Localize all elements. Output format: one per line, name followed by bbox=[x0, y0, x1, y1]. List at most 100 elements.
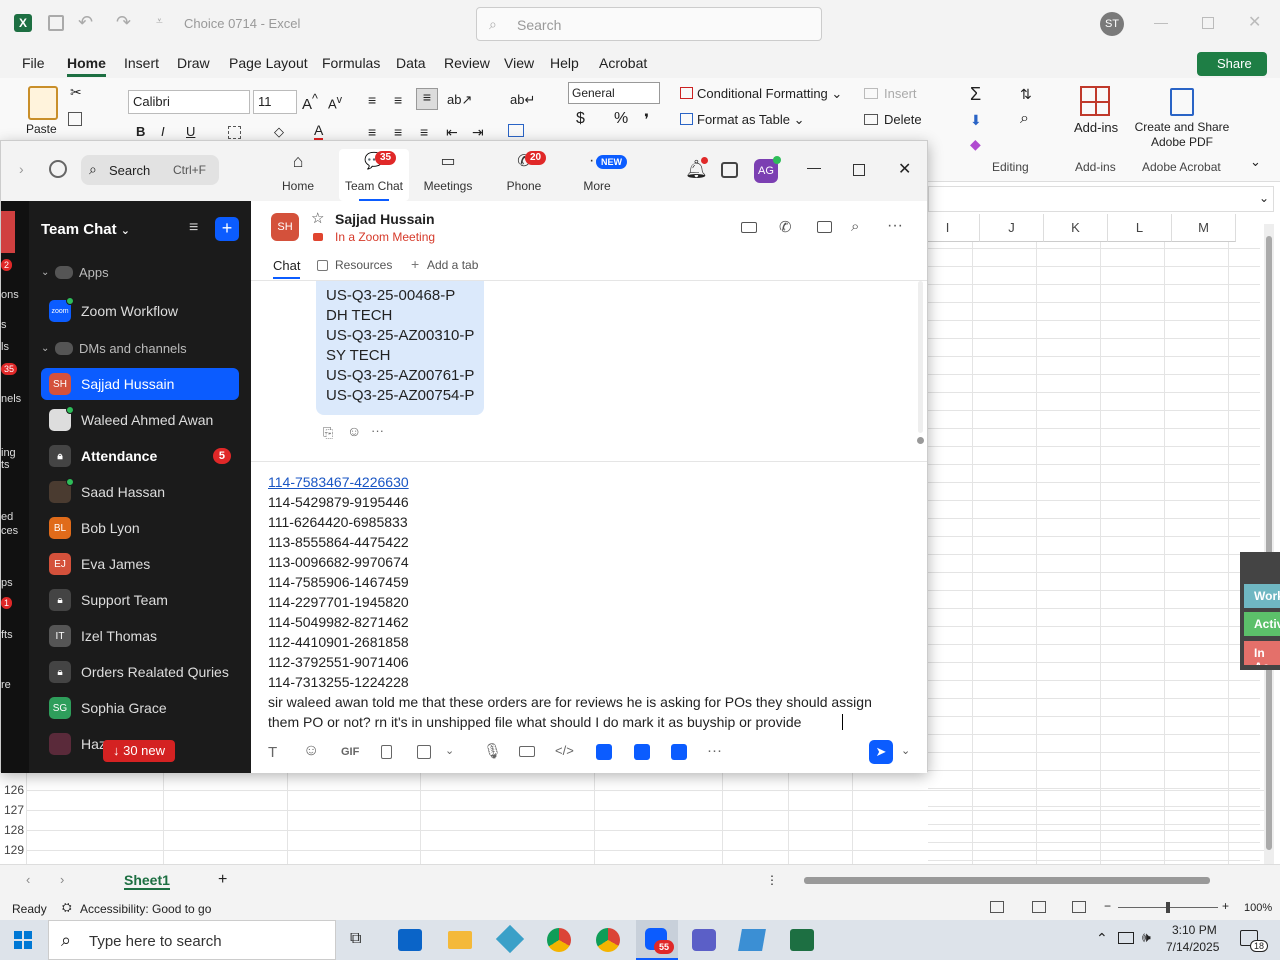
underline-icon[interactable]: U bbox=[186, 124, 195, 139]
format-as-table-button[interactable]: Format as Table ⌄ bbox=[680, 112, 804, 128]
shrink-font-icon[interactable]: Av bbox=[328, 94, 342, 111]
sidebar-title[interactable]: Team Chat ⌄ bbox=[41, 221, 130, 238]
zoom-level[interactable]: 100% bbox=[1244, 902, 1272, 914]
message-scroll-thumb[interactable] bbox=[918, 281, 923, 433]
zoom-search-box[interactable]: ⌕ Search Ctrl+F bbox=[81, 155, 219, 185]
sidebar-item-attendance[interactable]: 🔒︎ Attendance 5 bbox=[41, 440, 239, 472]
menu-home[interactable]: Home bbox=[67, 55, 106, 77]
quick-access-customize-icon[interactable]: ⩡ bbox=[156, 14, 163, 29]
sidebar-item-bob-lyon[interactable]: BL Bob Lyon bbox=[41, 512, 239, 544]
chrome-icon[interactable] bbox=[547, 928, 571, 952]
zoom-taskbar-icon[interactable]: 55 bbox=[636, 920, 678, 960]
sheet-options-icon[interactable]: ⋮ bbox=[766, 873, 778, 887]
sidebar-item-zoom-workflow[interactable]: zoom Zoom Workflow bbox=[41, 295, 239, 327]
chat-contact-name[interactable]: Sajjad Hussain bbox=[335, 211, 435, 227]
taskbar-search[interactable]: ⌕ Type here to search bbox=[48, 920, 336, 960]
row-header-128[interactable]: 128 bbox=[0, 820, 26, 840]
conditional-formatting-button[interactable]: Conditional Formatting ⌄ bbox=[680, 86, 842, 102]
history-icon[interactable] bbox=[49, 160, 67, 178]
windows-start-icon[interactable] bbox=[14, 931, 32, 949]
font-size-select[interactable]: 11 bbox=[253, 90, 297, 114]
more-apps-icon[interactable]: ··· bbox=[707, 742, 722, 759]
screenshot-icon[interactable] bbox=[417, 745, 431, 759]
filter-icon[interactable]: ≡ bbox=[189, 219, 198, 237]
sheet-tab-sheet1[interactable]: Sheet1 bbox=[124, 872, 170, 890]
align-center-icon[interactable]: ≡ bbox=[394, 124, 402, 140]
italic-icon[interactable]: I bbox=[161, 124, 165, 139]
ribbon-collapse-icon[interactable]: ⌄ bbox=[1250, 154, 1261, 170]
autosum-icon[interactable]: Σ bbox=[970, 84, 981, 105]
normal-view-icon[interactable] bbox=[990, 901, 1004, 913]
file-explorer-icon[interactable] bbox=[448, 931, 472, 949]
show-hidden-icons[interactable]: ⌃ bbox=[1096, 930, 1108, 947]
tab-chat[interactable]: Chat bbox=[273, 258, 301, 279]
chevron-down-icon[interactable]: ⌄ bbox=[445, 744, 454, 757]
tab-more[interactable]: ··· More NEW bbox=[562, 149, 632, 193]
app-icon-1[interactable] bbox=[596, 744, 612, 760]
apps-section-header[interactable]: ⌄ Apps bbox=[41, 259, 239, 285]
app-notes-icon[interactable] bbox=[738, 929, 766, 951]
search-icon[interactable]: ⌕ bbox=[851, 218, 859, 235]
minimize-icon[interactable]: — bbox=[1154, 14, 1168, 30]
clear-icon[interactable]: ◆ bbox=[970, 136, 981, 153]
formula-expand-icon[interactable]: ⌄ bbox=[1259, 191, 1269, 205]
paste-icon[interactable] bbox=[28, 86, 58, 120]
menu-view[interactable]: View bbox=[504, 55, 534, 71]
sheet-next-icon[interactable]: › bbox=[60, 872, 64, 887]
app-diamond-icon[interactable] bbox=[495, 924, 525, 954]
wrap-text-icon[interactable]: ab↵ bbox=[510, 92, 535, 108]
comma-icon[interactable]: ❜ bbox=[644, 110, 649, 130]
grow-font-icon[interactable]: A^ bbox=[302, 92, 318, 113]
page-layout-view-icon[interactable] bbox=[1032, 901, 1046, 913]
orientation-icon[interactable]: ab↗ bbox=[447, 92, 472, 108]
align-left-icon[interactable]: ≡ bbox=[368, 124, 376, 140]
chrome-profile-icon[interactable] bbox=[596, 928, 620, 952]
sidebar-item-orders-realated-quries[interactable]: 🔒︎ Orders Realated Quries bbox=[41, 656, 239, 688]
borders-icon[interactable] bbox=[228, 126, 241, 139]
align-middle-icon[interactable]: ≡ bbox=[394, 92, 402, 108]
menu-formulas[interactable]: Formulas bbox=[322, 55, 380, 71]
row-header-126[interactable]: 126 bbox=[0, 780, 26, 800]
video-message-icon[interactable] bbox=[519, 746, 535, 757]
outlook-icon[interactable] bbox=[398, 929, 422, 951]
network-icon[interactable] bbox=[1118, 932, 1134, 944]
menu-draw[interactable]: Draw bbox=[177, 55, 210, 71]
dms-section-header[interactable]: ⌄ DMs and channels bbox=[41, 335, 239, 361]
undo-icon[interactable]: ↶ bbox=[78, 12, 93, 33]
column-header-k[interactable]: K bbox=[1044, 214, 1108, 242]
code-snippet-icon[interactable]: </> bbox=[555, 743, 574, 758]
zoom-close-icon[interactable]: ✕ bbox=[898, 159, 911, 179]
video-call-icon[interactable] bbox=[741, 222, 757, 233]
insert-cells-button[interactable]: Insert bbox=[864, 86, 917, 101]
addins-icon[interactable] bbox=[1080, 86, 1110, 116]
menu-file[interactable]: File bbox=[22, 55, 45, 71]
gif-icon[interactable]: GIF bbox=[341, 746, 359, 758]
menu-insert[interactable]: Insert bbox=[124, 55, 159, 71]
app-icon-3[interactable] bbox=[671, 744, 687, 760]
emoji-icon[interactable]: ☺ bbox=[303, 742, 319, 760]
tab-home[interactable]: ⌂ Home bbox=[263, 149, 333, 194]
font-color-icon[interactable]: A bbox=[314, 122, 324, 141]
message-scrollbar[interactable] bbox=[917, 281, 925, 444]
side-tab-inactive[interactable]: In Ac bbox=[1244, 641, 1280, 665]
teams-icon[interactable] bbox=[692, 929, 716, 951]
menu-help[interactable]: Help bbox=[550, 55, 579, 71]
send-button[interactable]: ➤ bbox=[869, 740, 893, 764]
clock-time[interactable]: 3:10 PM bbox=[1172, 923, 1217, 937]
sidebar-item-support-team[interactable]: 🔒︎ Support Team bbox=[41, 584, 239, 616]
font-name-select[interactable]: Calibri bbox=[128, 90, 250, 114]
redo-icon[interactable]: ↷ bbox=[116, 12, 131, 33]
number-format-select[interactable]: General bbox=[568, 82, 660, 104]
zoom-maximize-icon[interactable] bbox=[853, 164, 865, 176]
zoom-minimize-icon[interactable]: — bbox=[807, 159, 821, 175]
sidebar-item-saad-hassan[interactable]: Saad Hassan bbox=[41, 476, 239, 508]
zoom-in-icon[interactable]: + bbox=[1222, 899, 1229, 913]
zoom-slider-thumb[interactable] bbox=[1166, 902, 1170, 913]
task-view-icon[interactable]: ⧉ bbox=[350, 930, 361, 948]
row-header-129[interactable]: 129 bbox=[0, 840, 26, 860]
decrease-indent-icon[interactable]: ⇤ bbox=[446, 124, 458, 141]
excel-user-avatar[interactable]: ST bbox=[1100, 12, 1124, 36]
horizontal-scrollbar[interactable] bbox=[790, 875, 1260, 885]
reply-icon[interactable]: ⎘ bbox=[323, 425, 333, 441]
delete-cells-button[interactable]: Delete bbox=[864, 112, 922, 127]
